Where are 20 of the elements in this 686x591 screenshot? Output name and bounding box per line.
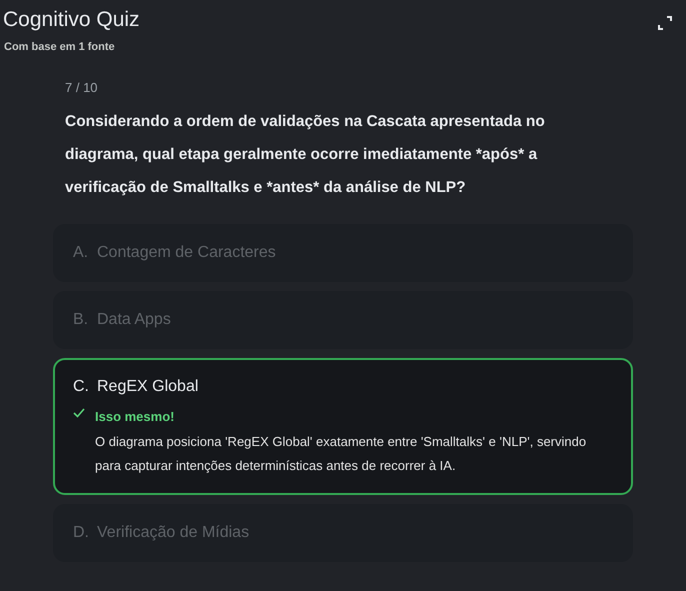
option-text: Data Apps [97, 310, 171, 330]
feedback-explanation: O diagrama posiciona 'RegEX Global' exatamente entre 'Smalltalks' e 'NLP', servindo para capturar intenções determinísticas antes de recorrer à IA. [95, 432, 588, 475]
answer-option[interactable]: D. Verificação de Mídias [53, 504, 633, 562]
option-letter: A. [73, 243, 89, 263]
question-counter: 7 / 10 [65, 78, 99, 96]
option-text: Verificação de Mídias [97, 522, 250, 542]
fullscreen-button[interactable] [656, 14, 674, 32]
answer-option[interactable]: A. Contagem de Caracteres [53, 224, 633, 282]
expand-icon [658, 16, 672, 30]
source-count: Com base em 1 fonte [4, 40, 116, 55]
answer-option[interactable]: C. RegEX Global Isso mesmo! O diagrama posiciona 'RegEX Global' exatamente entre 'Smalltalks' e 'NLP', servindo para capturar intenções determinísticas antes de recorrer à IA. [53, 358, 633, 494]
quiz-title: Cognitivo Quiz [3, 7, 140, 33]
option-letter: D. [73, 522, 89, 542]
option-text: Contagem de Caracteres [97, 243, 276, 263]
option-letter: C. [73, 377, 89, 397]
option-text: RegEX Global [97, 377, 198, 397]
answer-option[interactable]: B. Data Apps [53, 291, 633, 349]
option-letter: B. [73, 310, 89, 330]
question-text: Considerando a ordem de validações na Cascata apresentada no diagrama, qual etapa geralmente ocorre imediatamente *após* a verificação de Smalltalks e *antes* da análise de NLP? [65, 112, 546, 198]
feedback-title: Isso mesmo! [95, 408, 176, 426]
